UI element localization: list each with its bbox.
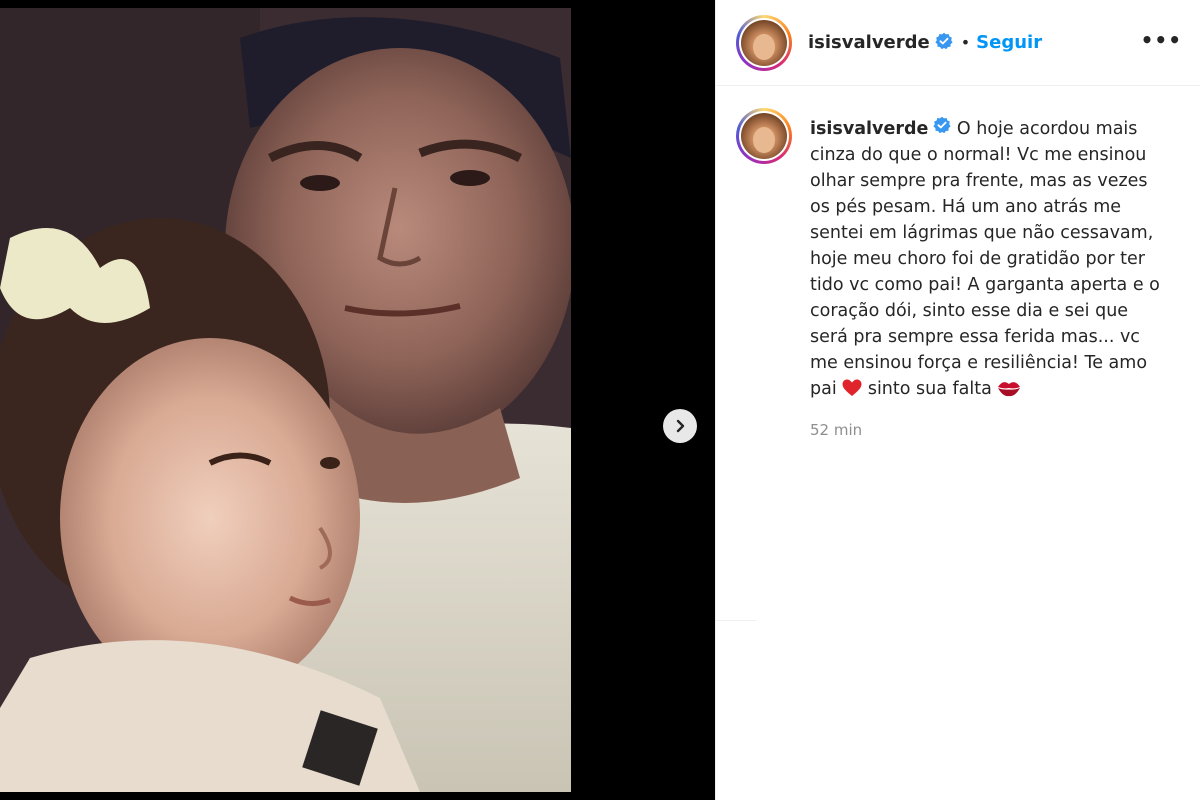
avatar-image: [741, 19, 787, 66]
author-username[interactable]: isisvalverde: [808, 32, 930, 53]
post-side-panel: isisvalverde • Seguir ••• isisvalverde O…: [715, 0, 1200, 800]
kiss-mark-icon: [997, 379, 1021, 405]
verified-badge-icon: [933, 116, 951, 142]
caption-username[interactable]: isisvalverde: [810, 119, 928, 139]
avatar-border: [739, 111, 789, 161]
caption-end: sinto sua falta: [862, 379, 998, 399]
post-header: isisvalverde • Seguir •••: [716, 0, 1200, 86]
caption-avatar[interactable]: [736, 108, 792, 164]
chevron-right-icon: [676, 419, 685, 433]
avatar-border: [739, 17, 789, 68]
divider: [716, 620, 756, 621]
instagram-post: isisvalverde • Seguir ••• isisvalverde O…: [0, 0, 1200, 800]
caption-block: isisvalverde O hoje acordou mais cinza d…: [810, 116, 1170, 439]
caption-comment: isisvalverde O hoje acordou mais cinza d…: [716, 86, 1200, 439]
separator-dot: •: [960, 33, 971, 52]
post-timestamp[interactable]: 52 min: [810, 421, 1170, 439]
author-avatar[interactable]: [736, 14, 792, 71]
more-options-icon[interactable]: •••: [1141, 30, 1182, 50]
verified-badge-icon: [935, 32, 953, 54]
post-media[interactable]: [0, 0, 715, 800]
next-image-button[interactable]: [663, 409, 697, 443]
post-photo: [0, 8, 571, 792]
avatar-image: [741, 113, 787, 159]
red-heart-icon: [842, 379, 862, 405]
caption-text: isisvalverde O hoje acordou mais cinza d…: [810, 116, 1170, 405]
follow-button[interactable]: Seguir: [976, 32, 1042, 53]
caption-body: O hoje acordou mais cinza do que o norma…: [810, 119, 1160, 399]
